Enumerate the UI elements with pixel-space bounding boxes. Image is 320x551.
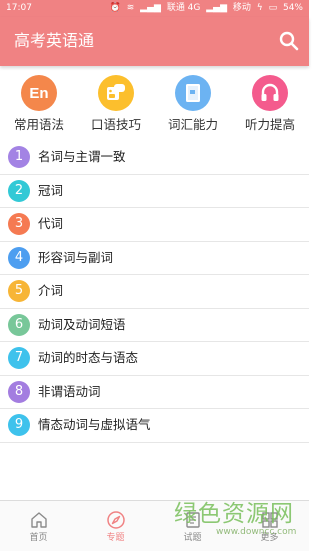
compass-icon — [106, 511, 125, 529]
nav-label: 试题 — [183, 533, 202, 543]
topic-list: 1 名词与主谓一致 2 冠词 3 代词 4 形容词与副词 5 介词 6 动词及动… — [0, 141, 309, 443]
status-bar: 17:07 ⏰ ≋ ▂▄▆ 联通 4G ▂▄▆ 移动 ϟ ▭ 54% — [0, 0, 309, 17]
nav-home[interactable]: 首页 — [0, 501, 77, 551]
headphones-icon — [252, 75, 288, 111]
nav-topics[interactable]: 专题 — [77, 501, 154, 551]
home-icon — [30, 512, 47, 528]
topic-title: 介词 — [38, 283, 64, 298]
status-time: 17:07 — [6, 3, 32, 13]
topic-title: 冠词 — [38, 182, 64, 198]
category-vocabulary[interactable]: 词汇能力 — [155, 72, 231, 138]
carrier-2: 移动 — [232, 3, 251, 13]
topic-title: 代词 — [38, 216, 64, 231]
carrier-1: 联通 4G — [166, 3, 201, 13]
number-badge: 5 — [8, 280, 30, 302]
list-item[interactable]: 7 动词的时态与语态 — [0, 342, 309, 376]
list-item[interactable]: 3 代词 — [0, 208, 309, 242]
app-title: 高考英语通 — [14, 31, 95, 50]
alarm-icon: ⏰ — [109, 3, 121, 13]
number-badge: 9 — [8, 414, 30, 436]
nav-quiz[interactable]: 试题 — [154, 501, 231, 551]
speech-bubble-icon — [98, 75, 134, 111]
category-label: 常用语法 — [13, 117, 64, 132]
number-badge: 8 — [8, 380, 30, 403]
number-badge: 2 — [8, 179, 30, 202]
bottom-nav: 首页 专题 试题 更多 — [0, 500, 309, 551]
nav-more[interactable]: 更多 — [231, 501, 308, 551]
topic-title: 动词及动词短语 — [38, 316, 126, 332]
signal-icon: ▂▄▆ — [140, 3, 161, 13]
quiz-icon — [185, 512, 200, 528]
list-item[interactable]: 1 名词与主谓一致 — [0, 141, 309, 175]
category-grammar[interactable]: En 常用语法 — [1, 72, 77, 138]
en-icon: En — [21, 75, 57, 111]
list-item[interactable]: 8 非谓语动词 — [0, 376, 309, 409]
book-icon — [175, 75, 211, 111]
category-speaking[interactable]: 口语技巧 — [78, 72, 154, 138]
number-badge: 1 — [8, 146, 30, 168]
list-item[interactable]: 4 形容词与副词 — [0, 242, 309, 275]
nav-label: 专题 — [106, 533, 125, 543]
category-row: En 常用语法 口语技巧 词汇能力 听力提高 — [0, 70, 309, 140]
category-listening[interactable]: 听力提高 — [232, 72, 308, 138]
charging-icon: ϟ — [256, 3, 263, 13]
signal-icon-2: ▂▄▆ — [206, 3, 228, 13]
topic-title: 情态动词与虚拟语气 — [38, 417, 151, 432]
list-item[interactable]: 9 情态动词与虚拟语气 — [0, 409, 309, 443]
category-label: 词汇能力 — [167, 117, 218, 132]
number-badge: 6 — [8, 313, 30, 336]
topic-title: 非谓语动词 — [38, 383, 101, 399]
wifi-icon: ≋ — [126, 3, 135, 13]
grid-icon — [261, 512, 278, 528]
topic-title: 名词与主谓一致 — [38, 149, 126, 164]
category-label: 听力提高 — [244, 117, 295, 132]
search-icon — [279, 31, 299, 51]
list-item[interactable]: 2 冠词 — [0, 175, 309, 208]
search-button[interactable] — [277, 29, 301, 53]
list-item[interactable]: 6 动词及动词短语 — [0, 309, 309, 342]
en-icon-text: En — [29, 84, 49, 102]
app-bar: 高考英语通 — [0, 17, 309, 66]
number-badge: 7 — [8, 347, 30, 369]
status-indicators: ⏰ ≋ ▂▄▆ 联通 4G ▂▄▆ 移动 ϟ ▭ 54% — [107, 0, 303, 17]
nav-label: 更多 — [260, 533, 279, 543]
battery-icon: ▭ — [268, 3, 278, 13]
topic-title: 动词的时态与语态 — [38, 350, 139, 365]
topic-title: 形容词与副词 — [38, 249, 114, 265]
category-label: 口语技巧 — [90, 117, 141, 132]
number-badge: 3 — [8, 213, 30, 235]
number-badge: 4 — [8, 246, 30, 269]
list-item[interactable]: 5 介词 — [0, 275, 309, 309]
battery-percent: 54% — [282, 3, 303, 13]
nav-label: 首页 — [29, 533, 48, 543]
